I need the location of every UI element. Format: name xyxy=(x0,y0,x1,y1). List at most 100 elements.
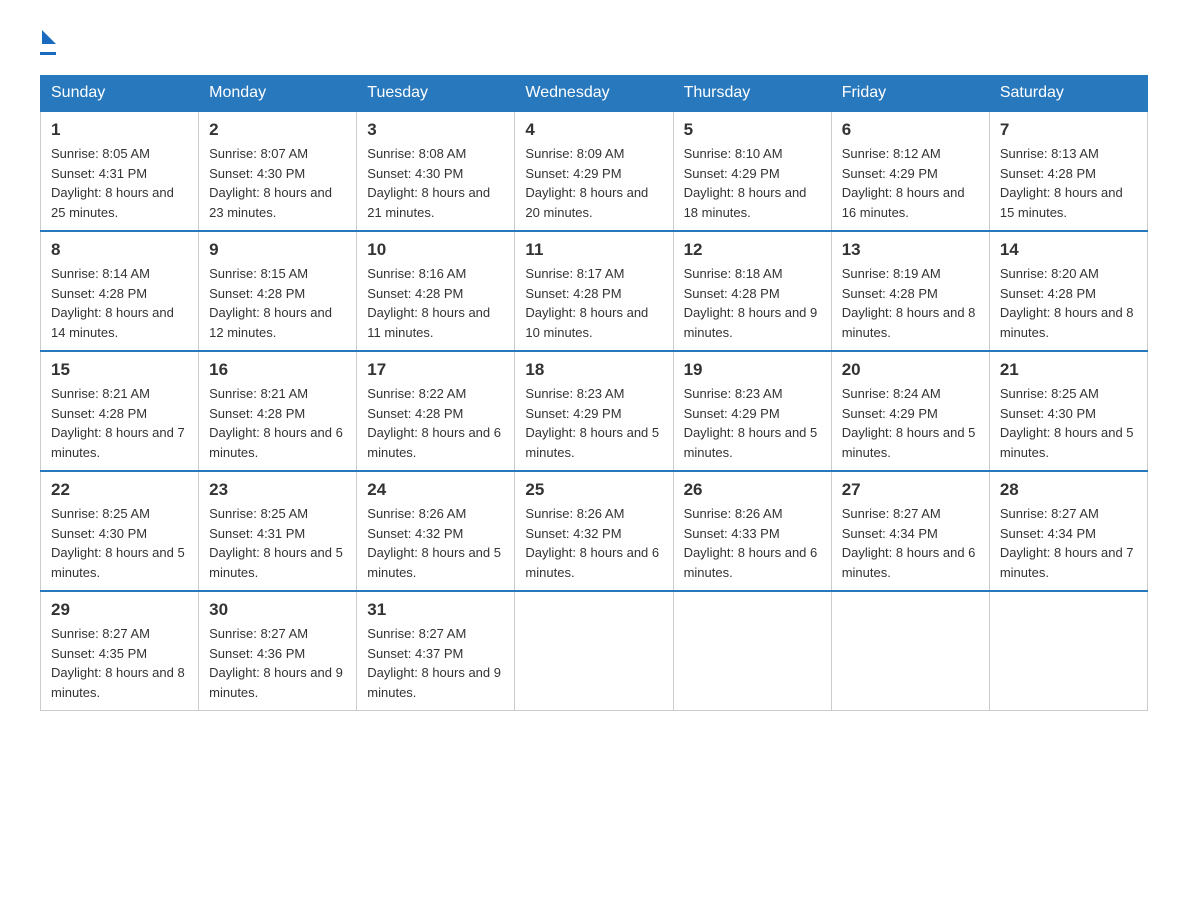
day-info: Sunrise: 8:09 AMSunset: 4:29 PMDaylight:… xyxy=(525,146,648,220)
calendar-cell: 25 Sunrise: 8:26 AMSunset: 4:32 PMDaylig… xyxy=(515,471,673,591)
calendar-cell: 13 Sunrise: 8:19 AMSunset: 4:28 PMDaylig… xyxy=(831,231,989,351)
calendar-cell: 2 Sunrise: 8:07 AMSunset: 4:30 PMDayligh… xyxy=(199,111,357,231)
calendar-cell: 18 Sunrise: 8:23 AMSunset: 4:29 PMDaylig… xyxy=(515,351,673,471)
day-info: Sunrise: 8:27 AMSunset: 4:35 PMDaylight:… xyxy=(51,626,185,700)
calendar-cell: 12 Sunrise: 8:18 AMSunset: 4:28 PMDaylig… xyxy=(673,231,831,351)
week-row-4: 22 Sunrise: 8:25 AMSunset: 4:30 PMDaylig… xyxy=(41,471,1148,591)
day-number: 5 xyxy=(684,120,821,140)
calendar-cell xyxy=(989,591,1147,711)
calendar-cell: 7 Sunrise: 8:13 AMSunset: 4:28 PMDayligh… xyxy=(989,111,1147,231)
calendar-cell: 28 Sunrise: 8:27 AMSunset: 4:34 PMDaylig… xyxy=(989,471,1147,591)
day-info: Sunrise: 8:12 AMSunset: 4:29 PMDaylight:… xyxy=(842,146,965,220)
day-header-tuesday: Tuesday xyxy=(357,76,515,112)
calendar-cell: 30 Sunrise: 8:27 AMSunset: 4:36 PMDaylig… xyxy=(199,591,357,711)
day-number: 6 xyxy=(842,120,979,140)
day-info: Sunrise: 8:14 AMSunset: 4:28 PMDaylight:… xyxy=(51,266,174,340)
day-info: Sunrise: 8:13 AMSunset: 4:28 PMDaylight:… xyxy=(1000,146,1123,220)
day-number: 16 xyxy=(209,360,346,380)
day-info: Sunrise: 8:20 AMSunset: 4:28 PMDaylight:… xyxy=(1000,266,1134,340)
day-number: 8 xyxy=(51,240,188,260)
day-number: 22 xyxy=(51,480,188,500)
calendar-cell: 21 Sunrise: 8:25 AMSunset: 4:30 PMDaylig… xyxy=(989,351,1147,471)
day-number: 13 xyxy=(842,240,979,260)
calendar-cell: 27 Sunrise: 8:27 AMSunset: 4:34 PMDaylig… xyxy=(831,471,989,591)
day-info: Sunrise: 8:22 AMSunset: 4:28 PMDaylight:… xyxy=(367,386,501,460)
day-info: Sunrise: 8:24 AMSunset: 4:29 PMDaylight:… xyxy=(842,386,976,460)
day-header-monday: Monday xyxy=(199,76,357,112)
header-row: SundayMondayTuesdayWednesdayThursdayFrid… xyxy=(41,76,1148,112)
day-number: 27 xyxy=(842,480,979,500)
day-number: 17 xyxy=(367,360,504,380)
day-info: Sunrise: 8:10 AMSunset: 4:29 PMDaylight:… xyxy=(684,146,807,220)
day-info: Sunrise: 8:18 AMSunset: 4:28 PMDaylight:… xyxy=(684,266,818,340)
logo-underline xyxy=(40,52,56,55)
day-number: 23 xyxy=(209,480,346,500)
day-number: 18 xyxy=(525,360,662,380)
day-number: 25 xyxy=(525,480,662,500)
day-number: 20 xyxy=(842,360,979,380)
day-info: Sunrise: 8:17 AMSunset: 4:28 PMDaylight:… xyxy=(525,266,648,340)
week-row-1: 1 Sunrise: 8:05 AMSunset: 4:31 PMDayligh… xyxy=(41,111,1148,231)
day-info: Sunrise: 8:15 AMSunset: 4:28 PMDaylight:… xyxy=(209,266,332,340)
day-info: Sunrise: 8:26 AMSunset: 4:32 PMDaylight:… xyxy=(525,506,659,580)
day-info: Sunrise: 8:26 AMSunset: 4:32 PMDaylight:… xyxy=(367,506,501,580)
day-number: 24 xyxy=(367,480,504,500)
week-row-5: 29 Sunrise: 8:27 AMSunset: 4:35 PMDaylig… xyxy=(41,591,1148,711)
logo xyxy=(40,30,56,55)
calendar-cell: 9 Sunrise: 8:15 AMSunset: 4:28 PMDayligh… xyxy=(199,231,357,351)
day-number: 9 xyxy=(209,240,346,260)
day-header-wednesday: Wednesday xyxy=(515,76,673,112)
calendar-cell: 5 Sunrise: 8:10 AMSunset: 4:29 PMDayligh… xyxy=(673,111,831,231)
day-number: 11 xyxy=(525,240,662,260)
day-info: Sunrise: 8:25 AMSunset: 4:30 PMDaylight:… xyxy=(51,506,185,580)
calendar-cell: 3 Sunrise: 8:08 AMSunset: 4:30 PMDayligh… xyxy=(357,111,515,231)
week-row-2: 8 Sunrise: 8:14 AMSunset: 4:28 PMDayligh… xyxy=(41,231,1148,351)
day-info: Sunrise: 8:07 AMSunset: 4:30 PMDaylight:… xyxy=(209,146,332,220)
calendar-cell: 26 Sunrise: 8:26 AMSunset: 4:33 PMDaylig… xyxy=(673,471,831,591)
page-header xyxy=(40,30,1148,55)
day-header-friday: Friday xyxy=(831,76,989,112)
day-number: 10 xyxy=(367,240,504,260)
day-info: Sunrise: 8:19 AMSunset: 4:28 PMDaylight:… xyxy=(842,266,976,340)
calendar-cell: 19 Sunrise: 8:23 AMSunset: 4:29 PMDaylig… xyxy=(673,351,831,471)
day-info: Sunrise: 8:25 AMSunset: 4:31 PMDaylight:… xyxy=(209,506,343,580)
calendar-cell: 8 Sunrise: 8:14 AMSunset: 4:28 PMDayligh… xyxy=(41,231,199,351)
calendar-cell: 4 Sunrise: 8:09 AMSunset: 4:29 PMDayligh… xyxy=(515,111,673,231)
day-info: Sunrise: 8:26 AMSunset: 4:33 PMDaylight:… xyxy=(684,506,818,580)
calendar-cell: 31 Sunrise: 8:27 AMSunset: 4:37 PMDaylig… xyxy=(357,591,515,711)
day-info: Sunrise: 8:27 AMSunset: 4:34 PMDaylight:… xyxy=(842,506,976,580)
day-info: Sunrise: 8:27 AMSunset: 4:37 PMDaylight:… xyxy=(367,626,501,700)
calendar-cell xyxy=(831,591,989,711)
day-info: Sunrise: 8:21 AMSunset: 4:28 PMDaylight:… xyxy=(209,386,343,460)
calendar-cell: 24 Sunrise: 8:26 AMSunset: 4:32 PMDaylig… xyxy=(357,471,515,591)
day-header-sunday: Sunday xyxy=(41,76,199,112)
calendar-cell: 11 Sunrise: 8:17 AMSunset: 4:28 PMDaylig… xyxy=(515,231,673,351)
day-number: 29 xyxy=(51,600,188,620)
day-number: 28 xyxy=(1000,480,1137,500)
day-number: 7 xyxy=(1000,120,1137,140)
calendar-table: SundayMondayTuesdayWednesdayThursdayFrid… xyxy=(40,75,1148,711)
calendar-cell xyxy=(673,591,831,711)
day-number: 21 xyxy=(1000,360,1137,380)
day-info: Sunrise: 8:21 AMSunset: 4:28 PMDaylight:… xyxy=(51,386,185,460)
day-number: 14 xyxy=(1000,240,1137,260)
calendar-cell: 29 Sunrise: 8:27 AMSunset: 4:35 PMDaylig… xyxy=(41,591,199,711)
day-number: 19 xyxy=(684,360,821,380)
day-header-saturday: Saturday xyxy=(989,76,1147,112)
calendar-cell xyxy=(515,591,673,711)
day-header-thursday: Thursday xyxy=(673,76,831,112)
calendar-cell: 15 Sunrise: 8:21 AMSunset: 4:28 PMDaylig… xyxy=(41,351,199,471)
day-info: Sunrise: 8:25 AMSunset: 4:30 PMDaylight:… xyxy=(1000,386,1134,460)
calendar-cell: 16 Sunrise: 8:21 AMSunset: 4:28 PMDaylig… xyxy=(199,351,357,471)
day-info: Sunrise: 8:05 AMSunset: 4:31 PMDaylight:… xyxy=(51,146,174,220)
calendar-cell: 22 Sunrise: 8:25 AMSunset: 4:30 PMDaylig… xyxy=(41,471,199,591)
day-number: 31 xyxy=(367,600,504,620)
day-info: Sunrise: 8:23 AMSunset: 4:29 PMDaylight:… xyxy=(684,386,818,460)
day-number: 15 xyxy=(51,360,188,380)
day-number: 1 xyxy=(51,120,188,140)
day-info: Sunrise: 8:23 AMSunset: 4:29 PMDaylight:… xyxy=(525,386,659,460)
logo-triangle-icon xyxy=(42,30,56,44)
calendar-cell: 17 Sunrise: 8:22 AMSunset: 4:28 PMDaylig… xyxy=(357,351,515,471)
day-info: Sunrise: 8:16 AMSunset: 4:28 PMDaylight:… xyxy=(367,266,490,340)
day-number: 12 xyxy=(684,240,821,260)
